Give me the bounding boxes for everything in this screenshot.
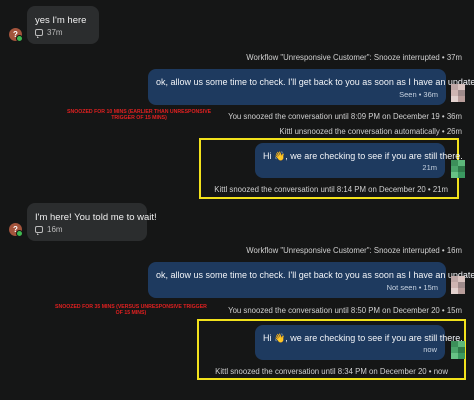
message-time: now xyxy=(423,345,437,354)
outgoing-message[interactable]: Hi 👋, we are checking to see if you are … xyxy=(255,143,463,178)
event-line: You snoozed the conversation until 8:09 … xyxy=(228,112,462,121)
bot-avatar[interactable] xyxy=(451,160,465,178)
bot-avatar[interactable] xyxy=(451,341,465,359)
message-text: yes I'm here xyxy=(35,15,87,26)
online-status-dot xyxy=(16,35,23,42)
chat-icon xyxy=(35,29,43,38)
customer-avatar[interactable]: ? xyxy=(9,223,23,237)
event-line: Workflow "Unresponsive Customer": Snooze… xyxy=(246,246,462,255)
event-line: Kittl snoozed the conversation until 8:3… xyxy=(215,367,448,376)
chat-icon xyxy=(35,226,43,235)
outgoing-message[interactable]: Hi 👋, we are checking to see if you are … xyxy=(255,325,463,360)
event-line: You snoozed the conversation until 8:50 … xyxy=(228,306,462,315)
message-text: I'm here! You told me to wait! xyxy=(35,212,157,223)
customer-avatar[interactable]: ? xyxy=(9,28,23,42)
message-text: ok, allow us some time to check. I'll ge… xyxy=(156,77,474,87)
message-status: Seen • 36m xyxy=(399,90,438,99)
message-text: ok, allow us some time to check. I'll ge… xyxy=(156,270,474,280)
event-line: Workflow "Unresponsive Customer": Snooze… xyxy=(246,53,462,62)
online-status-dot xyxy=(16,230,23,237)
message-time: 21m xyxy=(422,163,437,172)
message-meta: 37m xyxy=(35,28,63,38)
incoming-message[interactable]: yes I'm here 37m xyxy=(27,6,99,44)
event-line: Kittl snoozed the conversation until 8:1… xyxy=(214,185,448,194)
agent-avatar[interactable] xyxy=(451,276,465,294)
incoming-message[interactable]: I'm here! You told me to wait! 16m xyxy=(27,203,157,241)
annotation-note: SNOOZED FOR 10 MINS (EARLIER THAN UNRESP… xyxy=(67,109,211,121)
annotation-line: TRIGGER OF 15 MINS) xyxy=(111,115,167,121)
outgoing-message[interactable]: ok, allow us some time to check. I'll ge… xyxy=(148,69,474,105)
message-time: 37m xyxy=(47,28,63,37)
message-time: 16m xyxy=(47,225,63,234)
event-line: Kittl unsnoozed the conversation automat… xyxy=(279,127,462,136)
message-text: Hi 👋, we are checking to see if you are … xyxy=(263,151,463,161)
agent-avatar[interactable] xyxy=(451,84,465,102)
message-text: Hi 👋, we are checking to see if you are … xyxy=(263,333,463,343)
outgoing-message[interactable]: ok, allow us some time to check. I'll ge… xyxy=(148,262,474,298)
annotation-line: OF 15 MINS) xyxy=(115,310,147,316)
annotation-note: SNOOZED FOR 35 MINS (VERSUS UNRESPONSIVE… xyxy=(55,304,207,316)
message-meta: 16m xyxy=(35,225,63,235)
message-status: Not seen • 15m xyxy=(386,283,438,292)
